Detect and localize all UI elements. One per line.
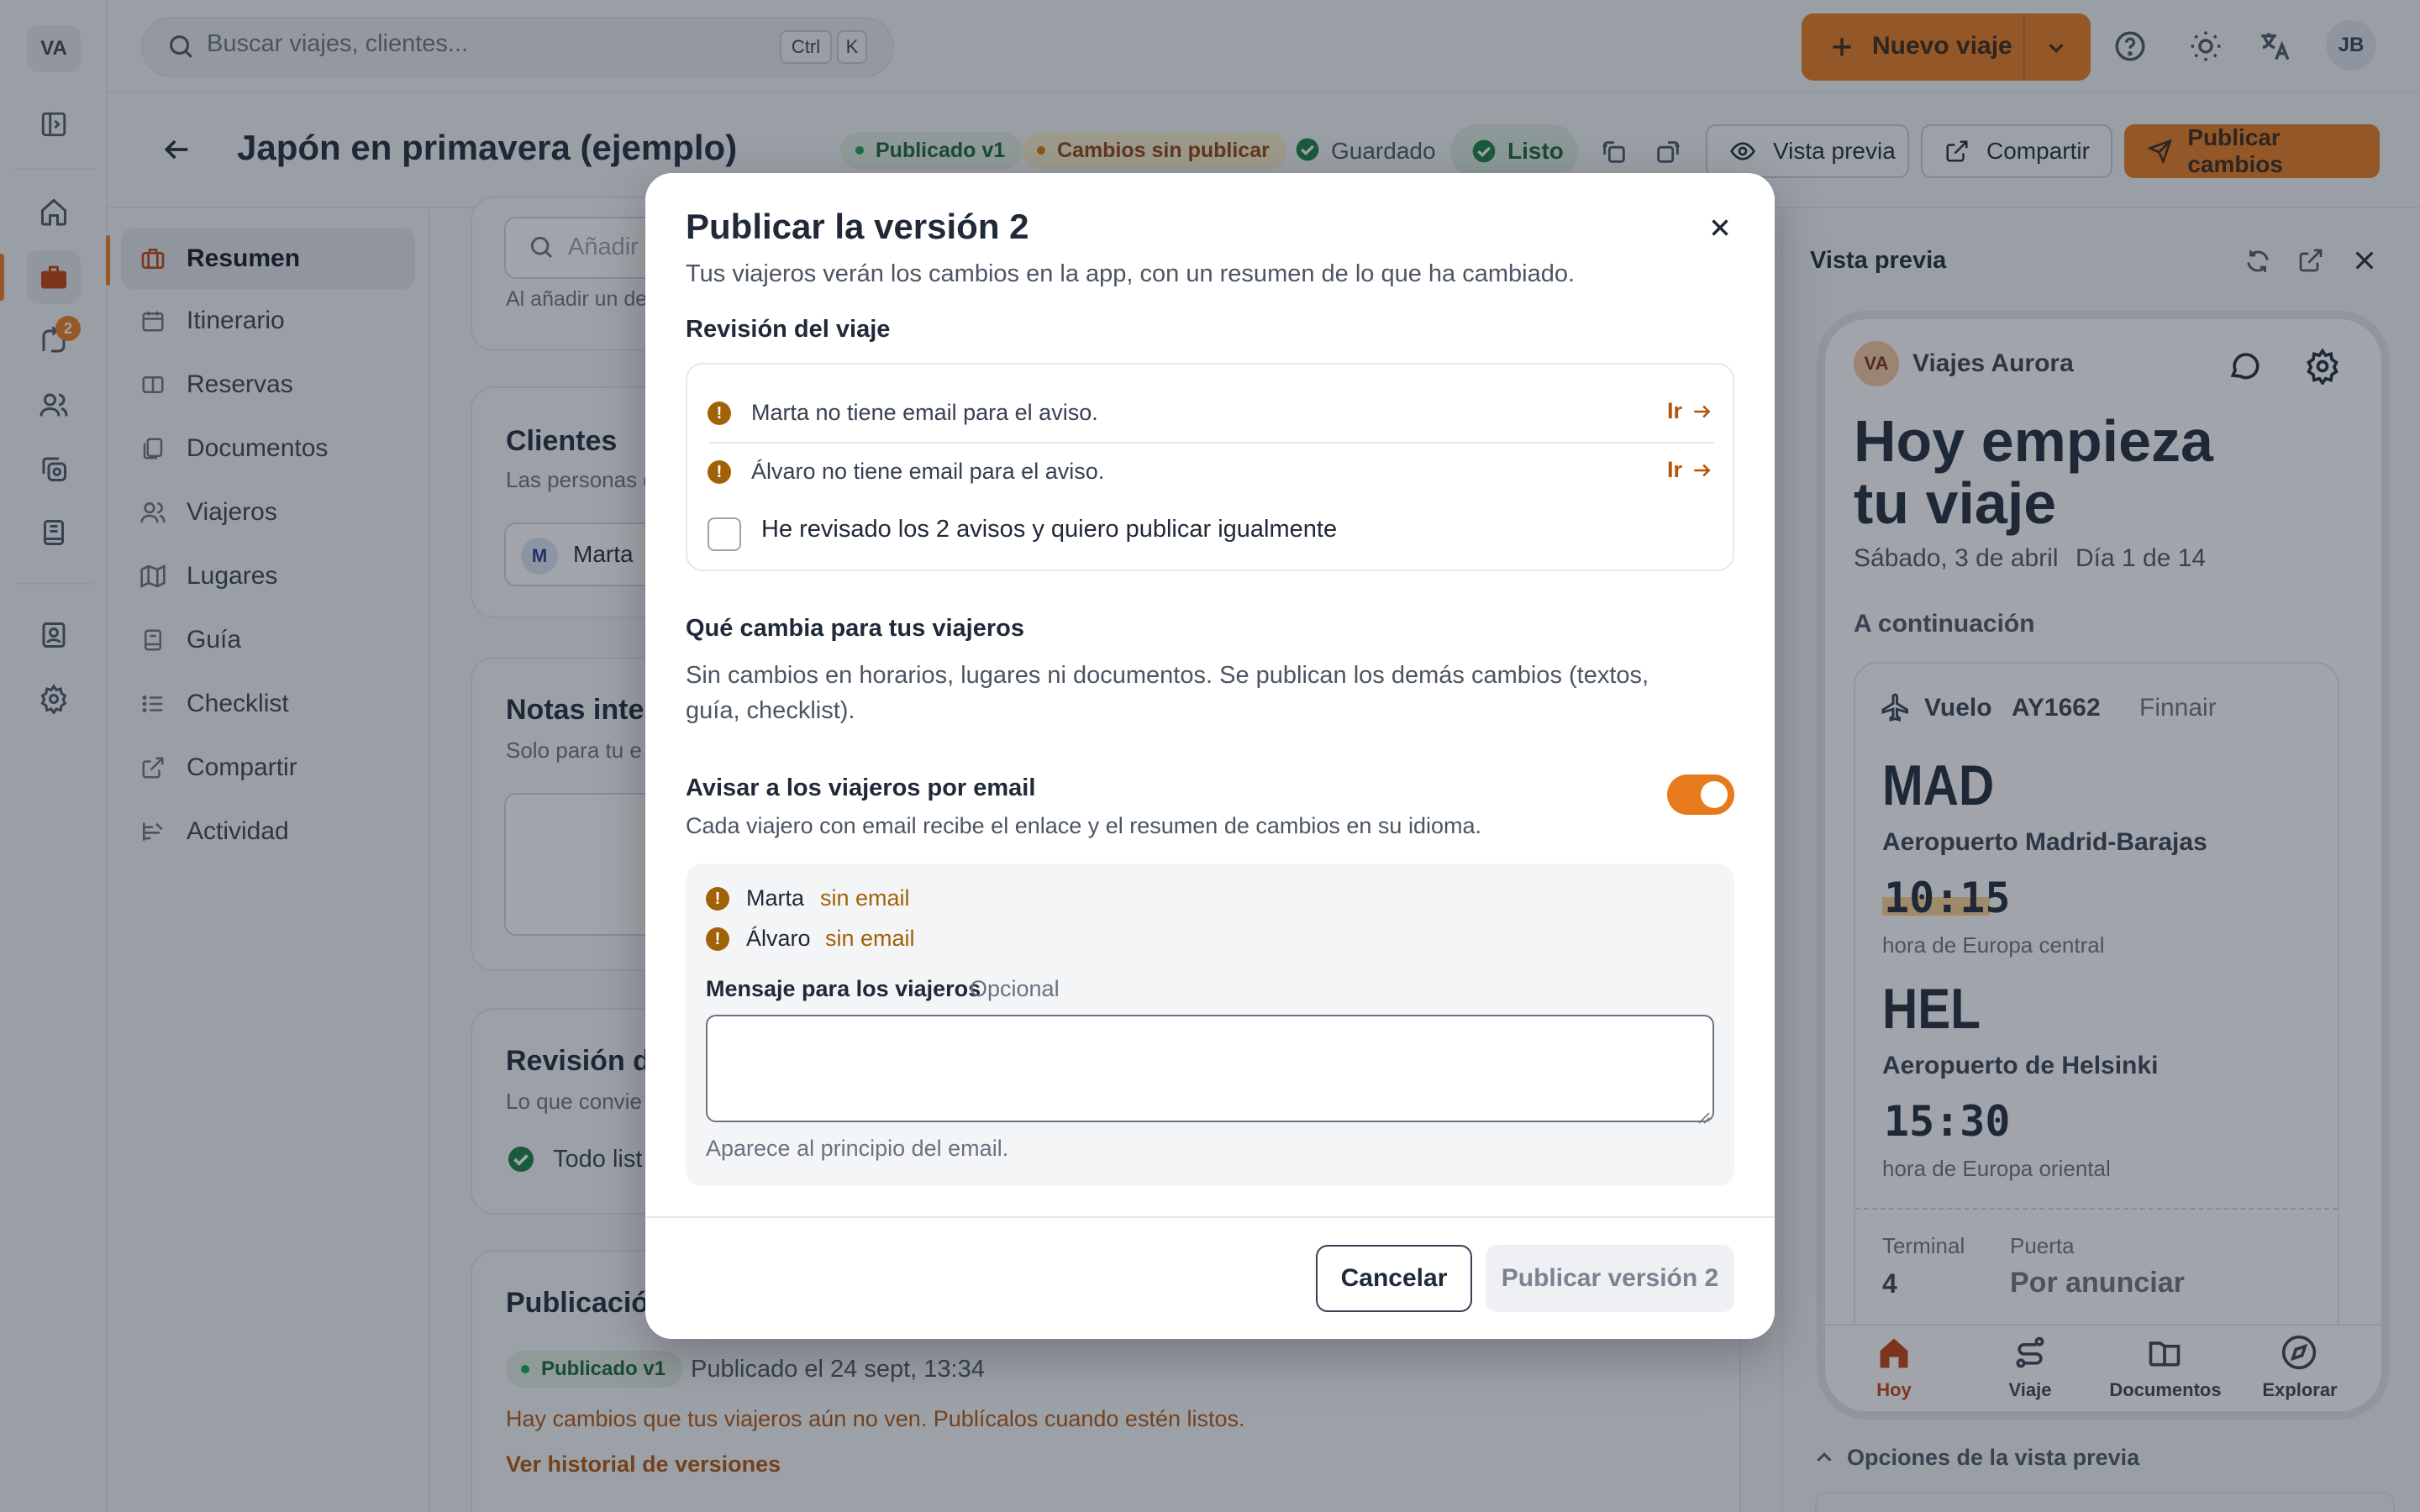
warning-icon: ! (706, 887, 729, 911)
go-to-traveler-link[interactable]: Ir (1667, 457, 1712, 483)
cancel-button[interactable]: Cancelar (1316, 1245, 1472, 1312)
arrow-right-icon (1694, 464, 1711, 476)
message-label: Mensaje para los viajeros (706, 976, 981, 1001)
resize-handle-icon[interactable] (1696, 1104, 1711, 1131)
close-icon[interactable] (1706, 213, 1734, 248)
dialog-footer-divider (645, 1216, 1775, 1218)
confirm-checkbox[interactable] (708, 517, 741, 551)
confirm-label[interactable]: He revisado los 2 avisos y quiero public… (761, 516, 1337, 543)
message-textarea[interactable] (706, 1015, 1714, 1122)
warning-icon: ! (706, 927, 729, 951)
publish-dialog: Publicar la versión 2 Tus viajeros verán… (645, 173, 1775, 1339)
warning-text: Álvaro no tiene email para el aviso. (751, 459, 1105, 484)
go-to-traveler-link[interactable]: Ir (1667, 398, 1712, 424)
changes-heading: Qué cambia para tus viajeros (686, 615, 1024, 642)
dialog-title: Publicar la versión 2 (686, 207, 1029, 246)
warning-text: Marta no tiene email para el aviso. (751, 400, 1098, 425)
recipient-name: Álvaro (746, 926, 811, 951)
recipient-status: sin email (820, 885, 910, 911)
recipient-status: sin email (825, 926, 915, 951)
arrow-right-icon (1694, 405, 1711, 417)
warning-icon: ! (708, 460, 731, 484)
message-optional: Opcional (970, 976, 1060, 1001)
warning-icon: ! (708, 402, 731, 425)
divider (709, 442, 1714, 444)
changes-text-line-1: Sin cambios en horarios, lugares ni docu… (686, 662, 1649, 689)
publish-version-button[interactable]: Publicar versión 2 (1486, 1245, 1734, 1312)
notify-subtitle: Cada viajero con email recibe el enlace … (686, 813, 1481, 838)
changes-text-line-2: guía, checklist). (686, 697, 855, 724)
review-heading: Revisión del viaje (686, 316, 891, 343)
recipient-name: Marta (746, 885, 805, 911)
notify-toggle[interactable] (1667, 774, 1734, 815)
message-hint: Aparece al principio del email. (706, 1136, 1009, 1161)
dialog-subtitle: Tus viajeros verán los cambios en la app… (686, 260, 1576, 287)
notify-heading: Avisar a los viajeros por email (686, 774, 1036, 801)
